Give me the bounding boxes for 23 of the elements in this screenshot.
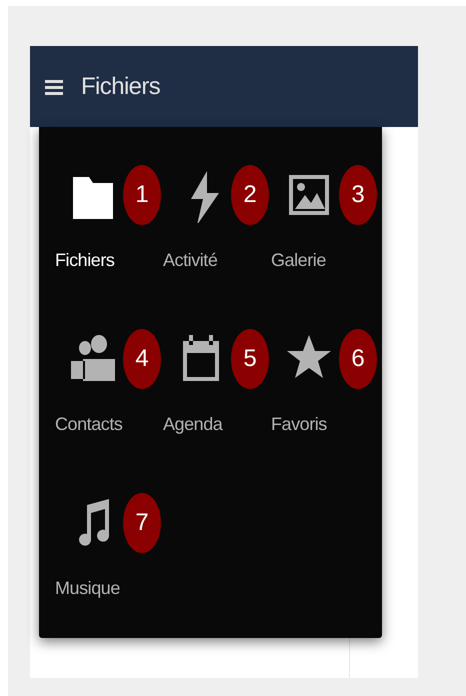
number-badge: 2 [231,165,269,225]
app-item[interactable]: 1 Fichiers [55,165,163,315]
number-badge: 5 [231,329,269,389]
number-badge: 3 [339,165,377,225]
number-badge: 6 [339,329,377,389]
app-item[interactable]: 3 Galerie [271,165,379,315]
header-title: Fichiers [81,72,160,102]
menu-icon[interactable] [45,78,63,94]
app-item[interactable]: 5 Agenda [163,329,271,479]
app-label: Contacts [55,413,122,436]
number-badge: 4 [123,329,161,389]
app-label: Musique [55,577,120,600]
app-item[interactable]: 2 Activité [163,165,271,315]
app-label: Agenda [163,413,222,436]
number-badge: 1 [123,165,161,225]
app-item[interactable]: 4 Contacts [55,329,163,479]
app-label: Galerie [271,249,326,272]
app-item[interactable]: 7 Musique [55,493,163,643]
app-item[interactable]: 6 Favoris [271,329,379,479]
app-label: Favoris [271,413,327,436]
number-badge: 7 [123,493,161,553]
app-label: Activité [163,249,218,272]
app-label: Fichiers [55,249,114,272]
